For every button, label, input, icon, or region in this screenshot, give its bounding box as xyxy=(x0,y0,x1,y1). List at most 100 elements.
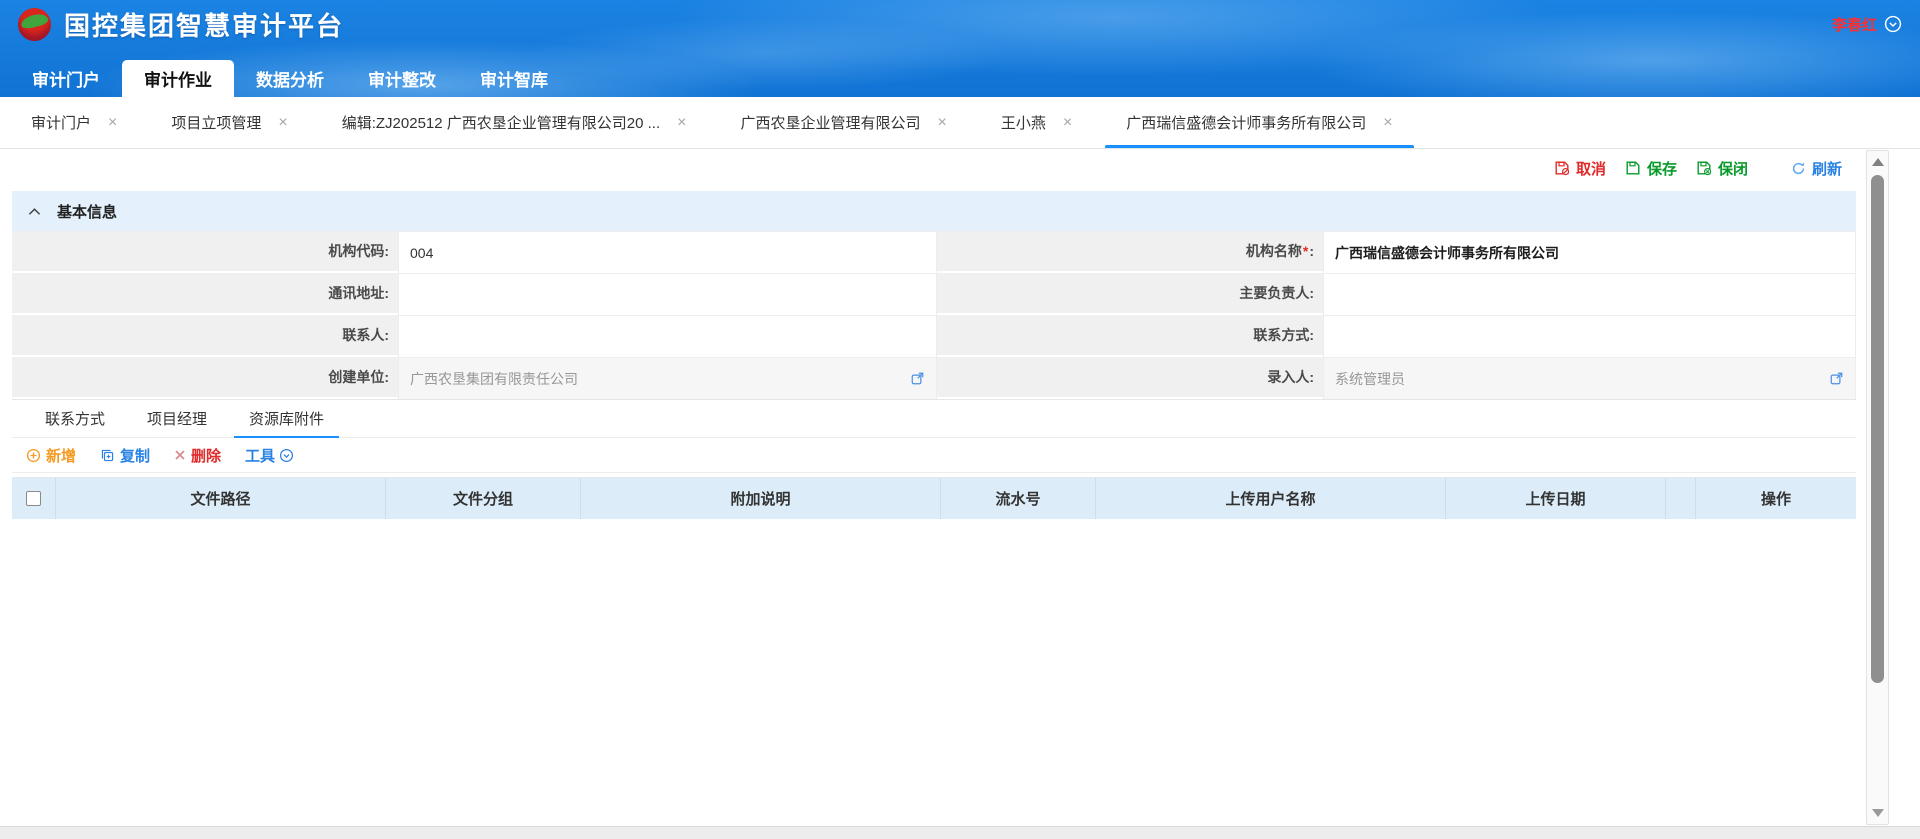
delete-button[interactable]: 删除 xyxy=(174,445,221,466)
nav-tab-audit-rectification[interactable]: 审计整改 xyxy=(346,60,458,97)
doc-tab-wang-xiaoyan[interactable]: 王小燕 × xyxy=(974,97,1099,148)
entry-person-cell: 系统管理员 xyxy=(1323,357,1856,399)
close-icon[interactable]: × xyxy=(1063,115,1072,131)
close-icon[interactable]: × xyxy=(108,115,117,131)
copy-button[interactable]: 复制 xyxy=(100,445,150,466)
external-link-icon[interactable] xyxy=(1829,371,1844,386)
column-note[interactable]: 附加说明 xyxy=(581,478,941,519)
doc-tab-gx-nongken[interactable]: 广西农垦企业管理有限公司 × xyxy=(713,97,973,148)
doc-tab-label: 广西瑞信盛德会计师事务所有限公司 xyxy=(1126,112,1366,133)
chevron-down-circle-icon xyxy=(279,448,294,463)
column-serial-no[interactable]: 流水号 xyxy=(941,478,1096,519)
detail-tabs: 联系方式 项目经理 资源库附件 xyxy=(12,400,1856,438)
basic-info-section-header[interactable]: 基本信息 xyxy=(12,191,1856,231)
org-code-label: 机构代码: xyxy=(12,231,398,273)
close-icon[interactable]: × xyxy=(938,115,947,131)
org-name-label: 机构名称*: xyxy=(937,231,1323,273)
app-logo-icon xyxy=(18,8,51,41)
save-close-button[interactable]: 保闭 xyxy=(1696,158,1748,179)
contact-person-label: 联系人: xyxy=(12,315,398,357)
field-label: 联系方式 xyxy=(1253,325,1309,345)
column-operation[interactable]: 操作 xyxy=(1696,478,1856,519)
brand-row: 国控集团智慧审计平台 李春红 xyxy=(0,0,1920,48)
save-close-label: 保闭 xyxy=(1718,158,1748,179)
entry-person-label: 录入人: xyxy=(937,357,1323,399)
copy-label: 复制 xyxy=(120,445,150,466)
add-button[interactable]: 新增 xyxy=(26,445,76,466)
principal-label: 主要负责人: xyxy=(937,273,1323,315)
label-colon: : xyxy=(384,369,389,385)
org-code-input[interactable] xyxy=(410,245,925,261)
doc-tab-label: 编辑:ZJ202512 广西农垦企业管理有限公司20 ... xyxy=(342,112,660,133)
doc-tab-edit-zj202512[interactable]: 编辑:ZJ202512 广西农垦企业管理有限公司20 ... × xyxy=(315,97,714,148)
save-icon xyxy=(1625,160,1641,176)
label-colon: : xyxy=(384,243,389,259)
save-button[interactable]: 保存 xyxy=(1625,158,1677,179)
entry-person-value: 系统管理员 xyxy=(1335,369,1405,389)
contact-way-label: 联系方式: xyxy=(937,315,1323,357)
save-label: 保存 xyxy=(1647,158,1677,179)
add-label: 新增 xyxy=(46,445,76,466)
refresh-button[interactable]: 刷新 xyxy=(1791,158,1842,179)
tab-resource-attachments[interactable]: 资源库附件 xyxy=(234,400,339,437)
address-input[interactable] xyxy=(410,287,925,303)
doc-tab-label: 广西农垦企业管理有限公司 xyxy=(740,112,920,133)
add-circle-icon xyxy=(26,448,41,463)
delete-x-icon xyxy=(174,449,186,461)
field-label: 主要负责人 xyxy=(1239,283,1309,303)
user-name[interactable]: 李春红 xyxy=(1832,14,1877,35)
nav-tab-data-analysis[interactable]: 数据分析 xyxy=(234,60,346,97)
document-tab-bar: 审计门户 × 项目立项管理 × 编辑:ZJ202512 广西农垦企业管理有限公司… xyxy=(0,97,1920,149)
doc-tab-audit-portal[interactable]: 审计门户 × xyxy=(4,97,144,148)
column-upload-user[interactable]: 上传用户名称 xyxy=(1096,478,1446,519)
select-all-cell xyxy=(12,478,56,519)
tab-project-manager[interactable]: 项目经理 xyxy=(132,400,222,437)
create-unit-cell: 广西农垦集团有限责任公司 xyxy=(398,357,937,399)
nav-tab-audit-work[interactable]: 审计作业 xyxy=(122,60,234,97)
save-close-icon xyxy=(1696,160,1712,176)
doc-tab-label: 项目立项管理 xyxy=(171,112,261,133)
field-label: 联系人 xyxy=(342,325,384,345)
select-all-checkbox[interactable] xyxy=(26,491,41,506)
field-label: 机构代码 xyxy=(328,241,384,261)
close-icon[interactable]: × xyxy=(677,115,686,131)
vertical-scrollbar[interactable] xyxy=(1866,150,1889,825)
external-link-icon[interactable] xyxy=(910,371,925,386)
user-menu[interactable]: 李春红 xyxy=(1832,14,1902,35)
org-name-input[interactable] xyxy=(1335,245,1844,261)
doc-tab-label: 王小燕 xyxy=(1001,112,1046,133)
contact-way-input[interactable] xyxy=(1335,329,1844,345)
collapse-chevron-up-icon[interactable] xyxy=(28,207,41,216)
label-colon: : xyxy=(1309,369,1314,385)
scroll-down-icon xyxy=(1872,809,1884,817)
main-nav: 审计门户 审计作业 数据分析 审计整改 审计智库 xyxy=(0,48,1920,97)
chevron-down-circle-icon[interactable] xyxy=(1884,15,1902,33)
nav-tab-audit-repository[interactable]: 审计智库 xyxy=(458,60,570,97)
doc-tab-project-setup[interactable]: 项目立项管理 × xyxy=(144,97,314,148)
tools-dropdown[interactable]: 工具 xyxy=(245,445,294,466)
scrollbar-thumb[interactable] xyxy=(1871,175,1884,683)
contact-person-input[interactable] xyxy=(410,329,925,345)
nav-tab-audit-portal[interactable]: 审计门户 xyxy=(10,60,122,97)
principal-input[interactable] xyxy=(1335,287,1844,303)
delete-label: 删除 xyxy=(191,445,221,466)
scroll-down-button[interactable] xyxy=(1867,804,1888,822)
column-file-group[interactable]: 文件分组 xyxy=(386,478,581,519)
column-file-path[interactable]: 文件路径 xyxy=(56,478,386,519)
cancel-button[interactable]: 取消 xyxy=(1554,158,1606,179)
field-label: 机构名称 xyxy=(1246,241,1302,261)
doc-tab-label: 审计门户 xyxy=(31,112,91,133)
label-colon: : xyxy=(384,327,389,343)
grid-toolbar: 新增 复制 删除 工具 xyxy=(12,438,1856,473)
doc-tab-gx-ruixin-active[interactable]: 广西瑞信盛德会计师事务所有限公司 × xyxy=(1099,97,1419,148)
close-icon[interactable]: × xyxy=(1383,115,1392,131)
attachment-table-header: 文件路径 文件分组 附加说明 流水号 上传用户名称 上传日期 操作 xyxy=(12,477,1856,519)
scroll-up-button[interactable] xyxy=(1867,153,1888,171)
field-label: 通讯地址 xyxy=(328,283,384,303)
close-icon[interactable]: × xyxy=(278,115,287,131)
column-upload-date[interactable]: 上传日期 xyxy=(1446,478,1666,519)
save-cancel-icon xyxy=(1554,160,1570,176)
refresh-icon xyxy=(1791,161,1806,176)
action-bar: 取消 保存 保闭 刷新 xyxy=(0,149,1920,187)
tab-contact-info[interactable]: 联系方式 xyxy=(30,400,120,437)
